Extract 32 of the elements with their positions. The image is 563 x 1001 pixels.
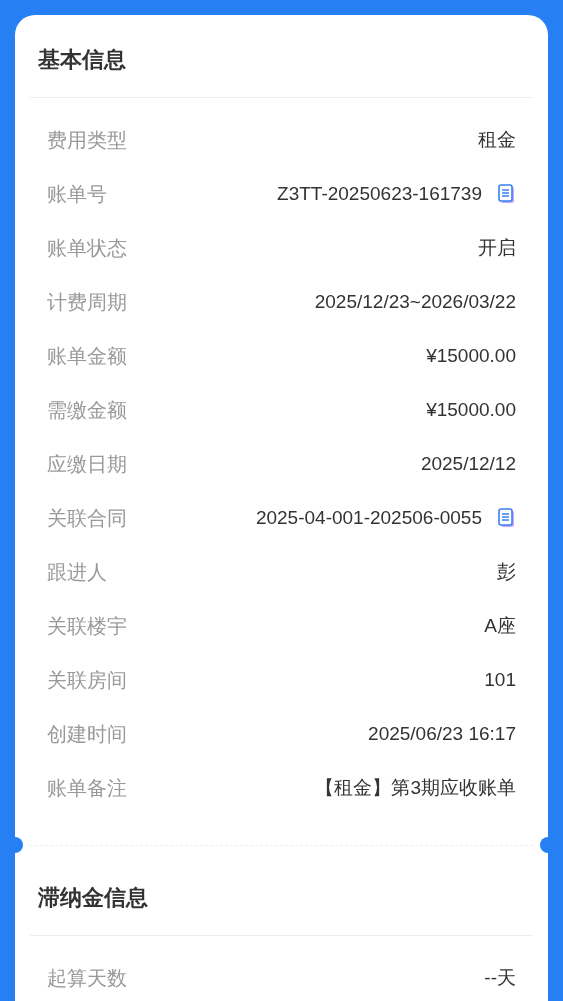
field-label: 需缴金额 [47,398,127,423]
field-value: 2025/12/12 [420,451,516,476]
field-value: 2025/12/23~2026/03/22 [314,289,516,314]
field-value: 2025/06/23 16:17 [368,721,516,746]
field-label: 计费周期 [47,290,127,315]
field-value: Z3TT-20250623-161739 [277,181,482,206]
field-value: 租金 [478,127,516,152]
copy-icon[interactable] [498,508,516,528]
field-label: 应缴日期 [47,452,127,477]
field-label: 关联合同 [47,506,127,531]
field-label: 创建时间 [47,722,127,747]
section-title: 基本信息 [37,46,127,74]
field-value: 【租金】第3期应收账单 [315,775,516,800]
field-label: 起算天数 [47,966,127,991]
field-value: ¥15000.00 [426,397,516,422]
field-label: 账单金额 [47,344,127,369]
field-value: 彭 [497,559,516,584]
field-value: 开启 [478,235,516,260]
copy-icon[interactable] [498,184,516,204]
field-label: 关联楼宇 [47,614,127,639]
section-title: 滞纳金信息 [37,884,149,912]
field-label: 跟进人 [47,560,107,585]
field-label: 关联房间 [47,668,127,693]
field-label: 账单备注 [47,776,127,801]
field-label: 账单号 [47,182,107,207]
field-value: 2025-04-001-202506-0055 [255,505,482,530]
field-value: A座 [484,613,516,638]
field-label: 费用类型 [47,128,127,153]
field-value: --天 [484,965,516,990]
field-label: 账单状态 [47,236,127,261]
field-value: 101 [484,667,516,692]
field-value: ¥15000.00 [426,343,516,368]
